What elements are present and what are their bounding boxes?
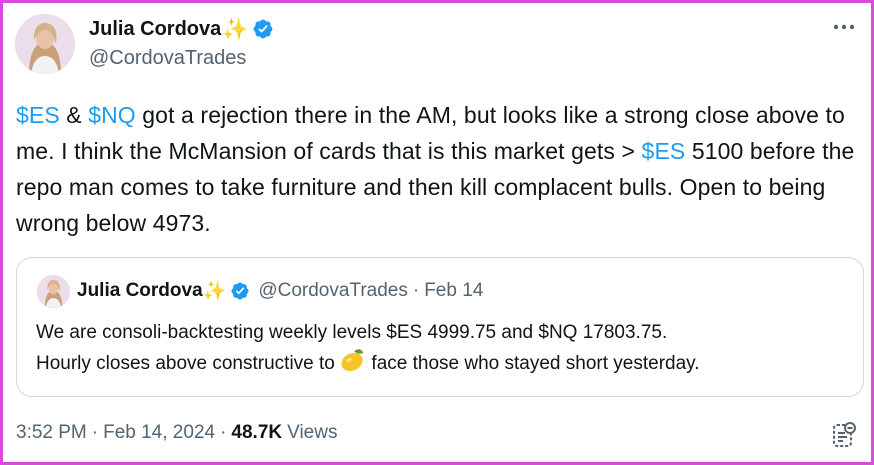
quoted-text-line: Hourly closes above constructive to face… bbox=[36, 348, 856, 382]
cashtag-link[interactable]: $ES bbox=[642, 138, 686, 164]
tweet-text: $ES & $NQ got a rejection there in the A… bbox=[16, 97, 856, 241]
cashtag-link[interactable]: $ES bbox=[16, 102, 60, 128]
views-count: 48.7K bbox=[231, 422, 283, 443]
author-avatar[interactable] bbox=[15, 14, 75, 74]
meta-separator: · bbox=[91, 422, 99, 443]
verified-badge-icon bbox=[230, 281, 250, 301]
quoted-author-avatar bbox=[37, 275, 70, 308]
cashtag-link[interactable]: $NQ bbox=[88, 102, 136, 128]
author-name-row[interactable]: Julia Cordova ✨ bbox=[89, 16, 274, 42]
post-analytics-icon[interactable] bbox=[831, 421, 857, 449]
tweet-time[interactable]: 3:52 PM bbox=[16, 422, 87, 444]
views-label: Views bbox=[287, 422, 338, 443]
quoted-tweet[interactable]: Julia Cordova ✨ @CordovaTrades · Feb 14 … bbox=[16, 257, 864, 397]
sparkles-icon: ✨ bbox=[202, 280, 227, 302]
sparkles-icon: ✨ bbox=[222, 17, 249, 41]
quoted-text: We are consoli-backtesting weekly levels… bbox=[36, 318, 856, 382]
quoted-author-handle: @CordovaTrades bbox=[258, 280, 408, 301]
tweet-footer: 3:52 PM · Feb 14, 2024 · 48.7K Views bbox=[16, 422, 337, 444]
meta-separator: · bbox=[412, 280, 420, 301]
quoted-date: Feb 14 bbox=[424, 280, 484, 301]
quoted-text-segment: face those who stayed short yesterday. bbox=[366, 353, 700, 374]
verified-badge-icon bbox=[252, 18, 274, 40]
tweet-card: Julia Cordova ✨ @CordovaTrades $ES & $NQ… bbox=[0, 0, 874, 465]
lemon-icon bbox=[340, 348, 366, 382]
more-options-icon[interactable] bbox=[831, 16, 857, 38]
tweet-text-segment: & bbox=[59, 102, 89, 128]
meta-separator: · bbox=[220, 422, 227, 443]
tweet-date[interactable]: Feb 14, 2024 bbox=[103, 422, 215, 444]
author-name[interactable]: Julia Cordova bbox=[89, 18, 221, 41]
quoted-text-line: We are consoli-backtesting weekly levels… bbox=[36, 322, 668, 343]
quoted-header: Julia Cordova ✨ @CordovaTrades · Feb 14 bbox=[77, 278, 483, 304]
quoted-text-segment: Hourly closes above constructive to bbox=[36, 353, 341, 374]
author-handle[interactable]: @CordovaTrades bbox=[89, 47, 246, 70]
quoted-author-name: Julia Cordova bbox=[77, 280, 203, 301]
